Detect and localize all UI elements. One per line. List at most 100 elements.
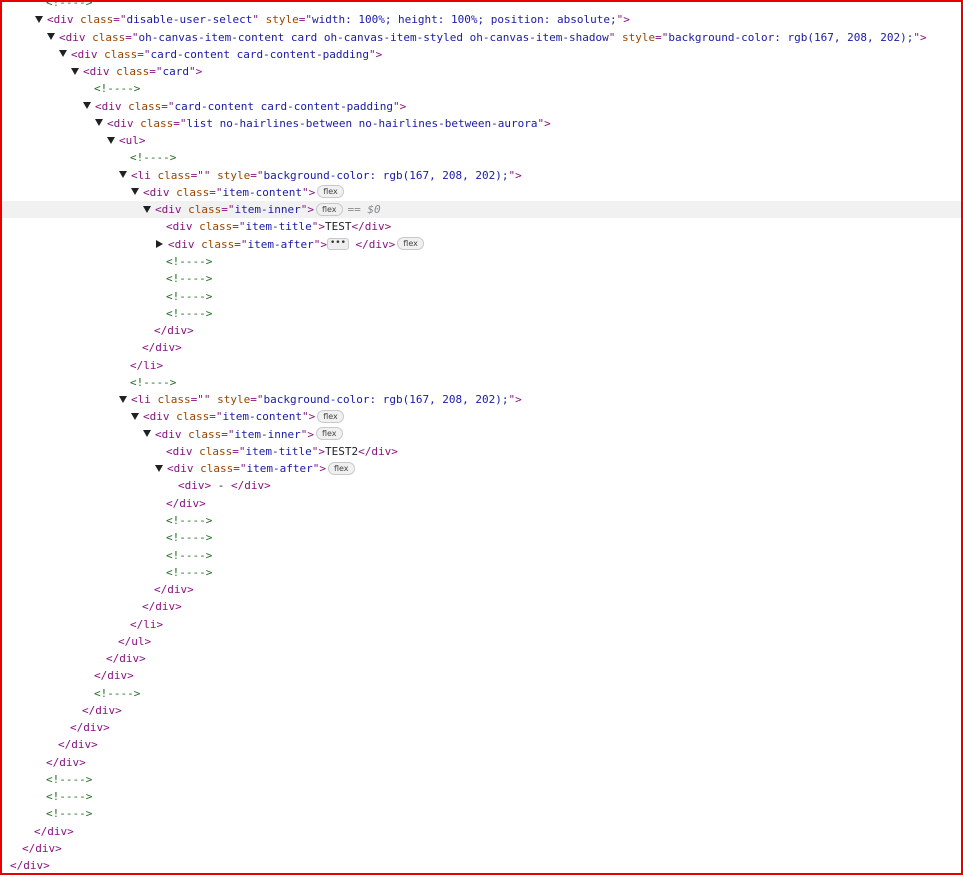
dom-node-line[interactable]: <!---->	[2, 771, 961, 788]
attribute-name[interactable]: class	[176, 186, 209, 199]
dom-node-line[interactable]: </div>	[2, 702, 961, 719]
dom-node-line[interactable]: <!---->	[2, 564, 961, 581]
dom-node-line[interactable]: <div class="list no-hairlines-between no…	[2, 115, 961, 132]
dom-node-line[interactable]: </div>	[2, 823, 961, 840]
dom-node-line[interactable]: <li class="" style="background-color: rg…	[2, 391, 961, 408]
expand-triangle-icon[interactable]	[95, 119, 103, 127]
dom-node-line[interactable]: </li>	[2, 357, 961, 374]
dom-node-line[interactable]: <!---->	[2, 305, 961, 322]
attribute-value[interactable]: disable-user-select	[127, 13, 253, 26]
attribute-name[interactable]: class	[140, 117, 173, 130]
expand-triangle-icon[interactable]	[119, 395, 127, 403]
expand-triangle-icon[interactable]	[143, 430, 151, 438]
dom-node-line[interactable]: </div>	[2, 754, 961, 771]
collapse-triangle-icon[interactable]	[156, 239, 163, 248]
dom-node-line[interactable]: <ul>	[2, 132, 961, 149]
attribute-value[interactable]: item-title	[246, 445, 312, 458]
dom-node-line[interactable]: <!---->	[2, 270, 961, 287]
flex-badge[interactable]: flex	[315, 202, 343, 216]
expand-triangle-icon[interactable]	[143, 205, 151, 213]
dom-node-line[interactable]: </div>	[2, 719, 961, 736]
expand-triangle-icon[interactable]	[83, 102, 91, 110]
flex-badge[interactable]: flex	[397, 237, 424, 251]
dom-node-line[interactable]: </div>	[2, 581, 961, 598]
dom-node-line[interactable]: <div class="card">	[2, 63, 961, 80]
attribute-value[interactable]: item-content	[223, 410, 302, 423]
attribute-name[interactable]: class	[92, 31, 125, 44]
attribute-value[interactable]: list no-hairlines-between no-hairlines-b…	[187, 117, 538, 130]
attribute-name[interactable]: class	[80, 13, 113, 26]
dom-node-line[interactable]: </ul>	[2, 633, 961, 650]
attribute-value[interactable]: item-inner	[235, 203, 301, 216]
dom-node-line[interactable]: <div class="item-inner"> flex	[2, 426, 961, 443]
attribute-name[interactable]: class	[188, 203, 221, 216]
expand-triangle-icon[interactable]	[155, 464, 163, 472]
dom-node-line[interactable]: <!---->	[2, 512, 961, 529]
dom-node-line[interactable]: <div class="item-content"> flex	[2, 184, 961, 201]
dom-node-line[interactable]: <li class="" style="background-color: rg…	[2, 167, 961, 184]
attribute-name[interactable]: class	[104, 48, 137, 61]
dom-node-line[interactable]: <div class="item-inner"> flex == $0	[2, 201, 961, 219]
attribute-name[interactable]: class	[199, 445, 232, 458]
dom-node-line[interactable]: <!---->	[2, 805, 961, 822]
attribute-value[interactable]: card-content card-content-padding	[175, 100, 394, 113]
dom-node-line[interactable]: <div class="item-title">TEST2</div>	[2, 443, 961, 460]
attribute-name[interactable]: class	[199, 220, 232, 233]
dom-node-line[interactable]: <!---->	[2, 149, 961, 166]
attribute-value[interactable]: item-title	[246, 220, 312, 233]
dom-node-line[interactable]: <!---->	[2, 80, 961, 97]
dom-node-line[interactable]: <!---->	[2, 288, 961, 305]
dom-node-line[interactable]: <!---->	[2, 685, 961, 702]
dom-node-line[interactable]: <div class="oh-canvas-item-content card …	[2, 29, 961, 46]
dom-node-line[interactable]: <!---->	[2, 253, 961, 270]
attribute-value[interactable]: item-after	[248, 238, 314, 251]
dom-node-line[interactable]: <!---->	[2, 788, 961, 805]
dom-node-line[interactable]: <!---->	[2, 547, 961, 564]
dom-node-line[interactable]: </div>	[2, 339, 961, 356]
flex-badge[interactable]: flex	[315, 427, 343, 441]
expand-triangle-icon[interactable]	[107, 136, 115, 144]
attribute-value[interactable]: card-content card-content-padding	[151, 48, 370, 61]
flex-badge[interactable]: flex	[317, 185, 344, 199]
dom-node-line[interactable]: <div class="item-after"> ••• </div> flex	[2, 236, 961, 253]
attribute-value[interactable]: width: 100%; height: 100%; position: abs…	[312, 13, 617, 26]
flex-badge[interactable]: flex	[317, 409, 344, 423]
expand-triangle-icon[interactable]	[119, 171, 127, 179]
attribute-name[interactable]: style	[217, 169, 250, 182]
text-node[interactable]: TEST2	[325, 445, 358, 458]
attribute-value[interactable]: item-inner	[235, 428, 301, 441]
attribute-name[interactable]: style	[217, 393, 250, 406]
expand-triangle-icon[interactable]	[131, 412, 139, 420]
expand-triangle-icon[interactable]	[35, 15, 43, 23]
dom-node-line[interactable]: <div class="card-content card-content-pa…	[2, 46, 961, 63]
dom-node-line[interactable]: </div>	[2, 495, 961, 512]
attribute-name[interactable]: class	[116, 65, 149, 78]
dom-node-line[interactable]: <div class="item-title">TEST</div>	[2, 218, 961, 235]
attribute-value[interactable]: oh-canvas-item-content card oh-canvas-it…	[139, 31, 609, 44]
dom-node-line[interactable]: </div>	[2, 840, 961, 857]
attribute-name[interactable]: style	[622, 31, 655, 44]
text-node[interactable]: -	[211, 479, 231, 492]
attribute-name[interactable]: class	[200, 462, 233, 475]
attribute-name[interactable]: class	[176, 410, 209, 423]
flex-badge[interactable]: flex	[327, 461, 355, 475]
dom-node-line[interactable]: </div>	[2, 667, 961, 684]
attribute-name[interactable]: class	[158, 393, 191, 406]
dom-node-line[interactable]: <div> - </div>	[2, 477, 961, 494]
dom-node-line[interactable]: </div>	[2, 736, 961, 753]
attribute-name[interactable]: class	[188, 428, 221, 441]
expand-triangle-icon[interactable]	[47, 33, 55, 41]
dom-node-line[interactable]: <div class="disable-user-select" style="…	[2, 11, 961, 28]
expand-triangle-icon[interactable]	[59, 50, 67, 58]
expand-triangle-icon[interactable]	[71, 67, 79, 75]
collapsed-children-ellipsis[interactable]: •••	[326, 237, 349, 250]
attribute-value[interactable]: card	[163, 65, 190, 78]
dom-node-line[interactable]: <!---->	[2, 2, 961, 11]
attribute-value[interactable]: background-color: rgb(167, 208, 202);	[264, 169, 509, 182]
dom-node-line[interactable]: </div>	[2, 857, 961, 873]
dom-node-line[interactable]: <!---->	[2, 374, 961, 391]
dom-node-line[interactable]: <div class="item-after"> flex	[2, 460, 961, 477]
attribute-name[interactable]: style	[266, 13, 299, 26]
dom-node-line[interactable]: <!---->	[2, 529, 961, 546]
attribute-value[interactable]: item-after	[247, 462, 313, 475]
